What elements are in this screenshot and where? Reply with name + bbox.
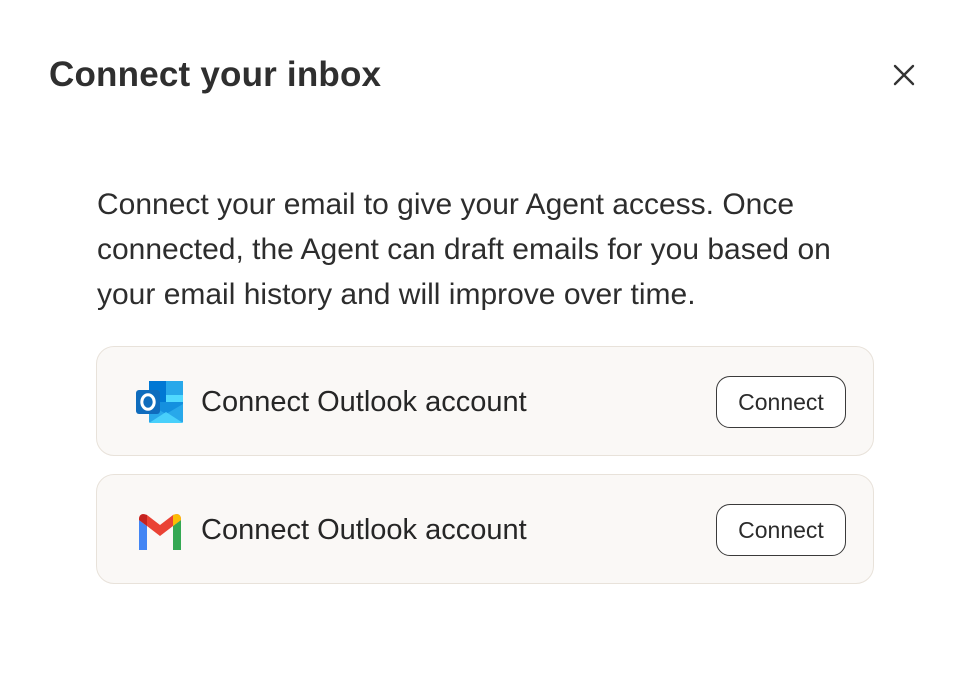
account-card-gmail: Connect Outlook account Connect: [96, 474, 874, 584]
close-icon: [892, 63, 916, 90]
connect-inbox-modal: Connect your inbox Connect your email to…: [0, 0, 972, 682]
modal-description: Connect your email to give your Agent ac…: [97, 188, 831, 311]
outlook-icon: [135, 378, 185, 426]
modal-title: Connect your inbox: [49, 55, 382, 94]
gmail-icon: [135, 506, 185, 554]
account-card-outlook: Connect Outlook account Connect: [96, 346, 874, 456]
account-label: Connect Outlook account: [201, 514, 527, 546]
connect-outlook-button[interactable]: Connect: [716, 376, 846, 428]
close-button[interactable]: [886, 58, 922, 94]
account-label: Connect Outlook account: [201, 386, 527, 418]
connect-gmail-button[interactable]: Connect: [716, 504, 846, 556]
